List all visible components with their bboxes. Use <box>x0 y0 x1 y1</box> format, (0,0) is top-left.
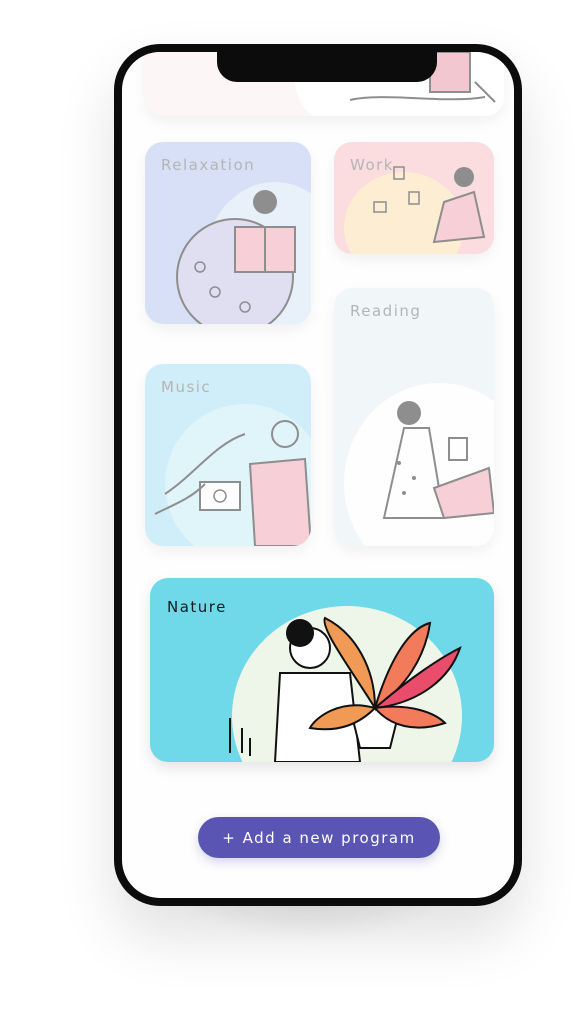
phone-frame: Relaxation Work Reading Music Nature + A… <box>114 44 522 906</box>
card-title-reading: Reading <box>350 302 422 320</box>
card-title-music: Music <box>161 378 212 396</box>
card-title-relaxation: Relaxation <box>161 156 256 174</box>
card-title-work: Work <box>350 156 394 174</box>
program-card-relaxation[interactable]: Relaxation <box>145 142 311 324</box>
program-card-reading[interactable]: Reading <box>334 288 494 546</box>
program-card-music[interactable]: Music <box>145 364 311 546</box>
app-screen: Relaxation Work Reading Music Nature + A… <box>122 52 514 898</box>
program-card-nature[interactable]: Nature <box>150 578 494 762</box>
program-card-work[interactable]: Work <box>334 142 494 254</box>
add-program-button[interactable]: + Add a new program <box>198 817 440 858</box>
phone-notch <box>217 52 437 82</box>
reading-illustration <box>382 401 494 520</box>
card-title-nature: Nature <box>167 598 227 616</box>
